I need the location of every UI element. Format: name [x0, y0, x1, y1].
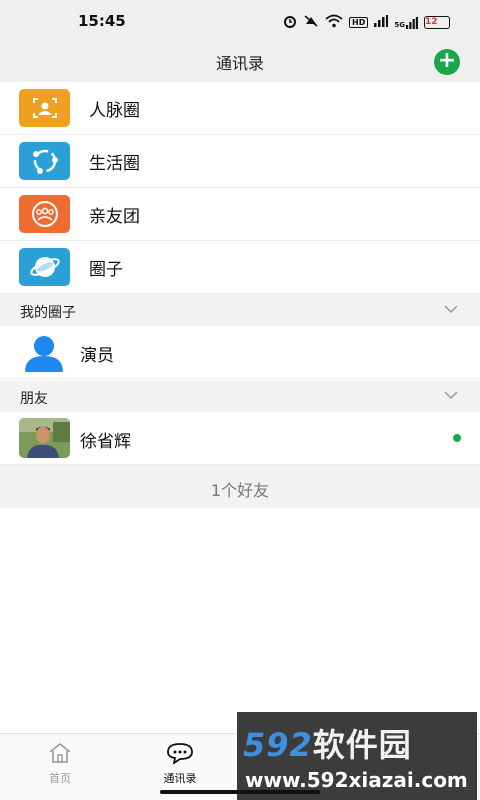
friend-item[interactable]: 徐省辉 — [0, 412, 480, 465]
friend-count: 1个好友 — [210, 481, 270, 500]
watermark-brand-number: 592 — [243, 726, 313, 764]
chevron-down-icon — [444, 391, 458, 399]
battery-icon: 12 — [424, 16, 450, 29]
watermark-brand-text: 软件园 — [312, 726, 412, 764]
circle-name: 演员 — [80, 346, 114, 366]
person-icon — [22, 334, 66, 372]
group-icon — [19, 195, 70, 233]
tab-label: 通讯录 — [163, 772, 197, 785]
section-title: 我的圈子 — [20, 305, 76, 321]
contact-card-icon — [19, 89, 70, 127]
share-circle-icon — [19, 142, 70, 180]
menu-item-label: 人脉圈 — [89, 101, 140, 121]
menu-item-friends-family[interactable]: 亲友团 — [0, 188, 480, 241]
planet-icon — [19, 248, 70, 286]
chat-bubble-icon — [167, 743, 193, 765]
top-header: 通讯录 + — [0, 42, 480, 82]
watermark: 592软件园 www.592xiazai.com — [237, 712, 477, 800]
hd-badge: HD — [349, 17, 369, 28]
wifi-icon — [325, 14, 343, 31]
menu-item-label: 亲友团 — [89, 207, 140, 227]
add-button[interactable]: + — [434, 49, 460, 75]
online-status-dot — [453, 434, 461, 442]
alarm-icon — [283, 14, 297, 31]
tab-home[interactable]: 首页 — [20, 742, 100, 786]
watermark-brand: 592软件园 — [243, 720, 412, 766]
menu-item-circles[interactable]: 圈子 — [0, 241, 480, 294]
menu-item-label: 圈子 — [89, 260, 123, 280]
friend-name: 徐省辉 — [80, 432, 131, 452]
menu-item-life-circle[interactable]: 生活圈 — [0, 135, 480, 188]
status-time: 15:45 — [78, 12, 126, 30]
section-header-friends[interactable]: 朋友 — [0, 380, 480, 412]
section-header-my-circles[interactable]: 我的圈子 — [0, 294, 480, 326]
status-bar: 15:45 HD 5G 12 — [0, 0, 480, 42]
circle-item-actor[interactable]: 演员 — [0, 326, 480, 379]
page-title: 通讯录 — [215, 54, 264, 73]
signal-icon — [374, 15, 389, 30]
chevron-down-icon — [444, 305, 458, 313]
tab-label: 首页 — [49, 772, 71, 785]
tab-contacts[interactable]: 通讯录 — [140, 742, 220, 786]
watermark-url: www.592xiazai.com — [245, 768, 468, 792]
section-title: 朋友 — [20, 391, 48, 407]
home-indicator[interactable] — [160, 790, 320, 794]
avatar — [19, 418, 70, 458]
menu-item-contacts-circle[interactable]: 人脉圈 — [0, 82, 480, 135]
signal-5g-icon: 5G — [394, 16, 418, 29]
friend-count-bar: 1个好友 — [0, 465, 480, 508]
home-icon — [49, 742, 71, 763]
signal-5g-label: 5G — [394, 20, 405, 29]
mute-icon — [303, 14, 319, 31]
menu-item-label: 生活圈 — [89, 154, 140, 174]
status-icons: HD 5G 12 — [283, 14, 450, 31]
